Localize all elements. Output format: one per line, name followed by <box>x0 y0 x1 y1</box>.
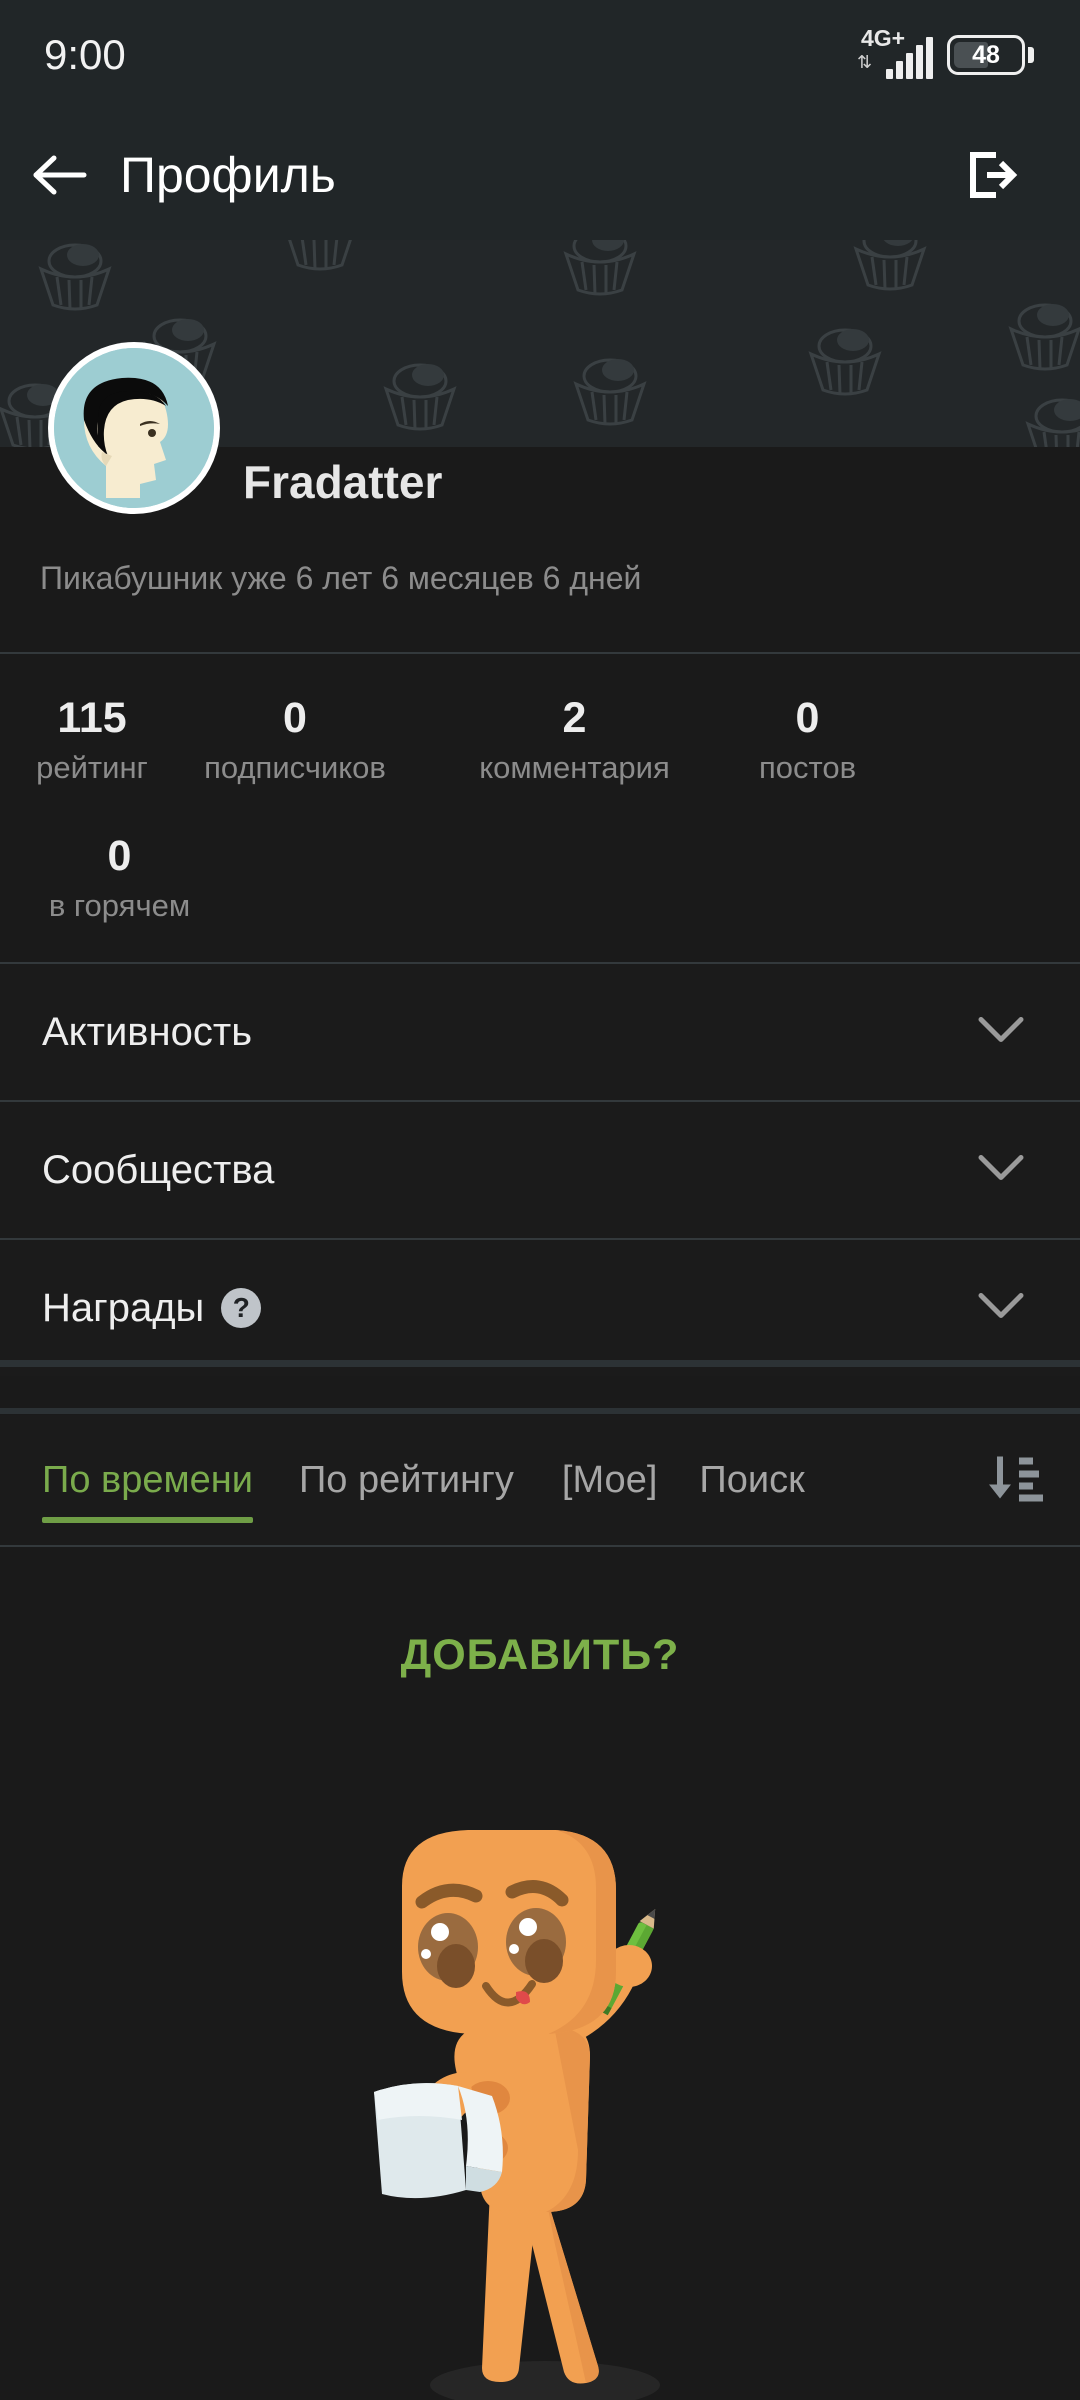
sort-descending-icon <box>989 1456 1043 1502</box>
stat-subscribers[interactable]: 0 подписчиков <box>170 694 420 789</box>
sort-button[interactable] <box>986 1449 1044 1512</box>
profile-stats: 115 рейтинг 0 подписчиков 2 комментария … <box>0 654 1080 944</box>
section-label: Сообщества <box>42 1147 275 1192</box>
stat-rating[interactable]: 115 рейтинг <box>22 694 162 789</box>
stat-value: 115 <box>57 694 127 742</box>
section-separator <box>0 1408 1080 1414</box>
stat-value: 2 <box>562 694 587 742</box>
stat-comments[interactable]: 2 комментария <box>442 694 707 789</box>
stat-posts[interactable]: 0 постов <box>730 694 885 789</box>
chevron-down-icon <box>978 1016 1024 1049</box>
section-title: Сообщества <box>42 1148 274 1193</box>
stat-label: подписчиков <box>204 750 386 786</box>
stat-label: в горячем <box>48 888 191 924</box>
section-separator <box>0 1360 1080 1367</box>
content-tabs: По времени По рейтингу [Мое] Поиск <box>0 1415 1080 1545</box>
pikabu-mascot-icon <box>340 1820 740 2400</box>
back-button[interactable] <box>0 110 120 240</box>
add-post-cta[interactable]: ДОБАВИТЬ? <box>0 1631 1080 1680</box>
data-transfer-icon: ⇅ <box>857 52 872 72</box>
tab-mine[interactable]: [Мое] <box>562 1415 657 1545</box>
arrow-left-icon <box>33 155 87 195</box>
tab-label: Поиск <box>699 1458 805 1501</box>
sidebar-item-communities[interactable]: Сообщества <box>0 1102 1080 1238</box>
avatar[interactable] <box>48 342 220 514</box>
app-bar: Профиль <box>0 110 1080 240</box>
signal-strength-bars <box>886 37 933 79</box>
status-clock: 9:00 <box>44 31 126 78</box>
active-tab-underline <box>42 1517 253 1523</box>
page-title: Профиль <box>120 147 336 203</box>
tab-label: По рейтингу <box>298 1458 514 1501</box>
logout-icon <box>970 152 1018 198</box>
battery-icon: 48 <box>947 35 1034 75</box>
chevron-down-icon <box>978 1292 1024 1325</box>
tab-label: По времени <box>42 1458 253 1501</box>
sidebar-item-activity[interactable]: Активность <box>0 964 1080 1100</box>
tab-by-time[interactable]: По времени <box>42 1415 253 1545</box>
stat-label: постов <box>758 750 857 786</box>
signal-bars-icon: 4G+ ⇅ <box>853 27 933 81</box>
chevron-down-icon <box>978 1154 1024 1187</box>
stat-label: рейтинг <box>36 750 148 786</box>
section-label: Награды <box>42 1285 205 1330</box>
status-indicators: 4G+ ⇅ 48 <box>853 27 1034 81</box>
stat-hot[interactable]: 0 в горячем <box>22 832 217 927</box>
help-icon[interactable]: ? <box>221 1288 262 1328</box>
section-title: Активность <box>42 1010 252 1055</box>
tab-search[interactable]: Поиск <box>699 1415 804 1545</box>
stat-label: комментария <box>479 750 670 786</box>
stat-value: 0 <box>283 694 307 742</box>
divider <box>0 1545 1080 1547</box>
status-bar: 9:00 4G+ ⇅ 48 <box>0 0 1080 110</box>
sidebar-item-awards[interactable]: Награды ? <box>0 1240 1080 1376</box>
stat-value: 0 <box>795 694 820 742</box>
tab-label: [Мое] <box>561 1458 658 1501</box>
profile-tenure: Пикабушник уже 6 лет 6 месяцев 6 дней <box>40 560 642 596</box>
section-label: Активность <box>42 1009 253 1054</box>
logout-button[interactable] <box>936 110 1046 240</box>
profile-username: Fradatter <box>243 456 443 508</box>
stat-value: 0 <box>107 832 132 880</box>
tab-by-rating[interactable]: По рейтингу <box>299 1415 514 1545</box>
battery-percent-label: 48 <box>972 40 1000 69</box>
section-title: Награды ? <box>42 1285 262 1331</box>
avatar-face-icon <box>54 348 214 508</box>
